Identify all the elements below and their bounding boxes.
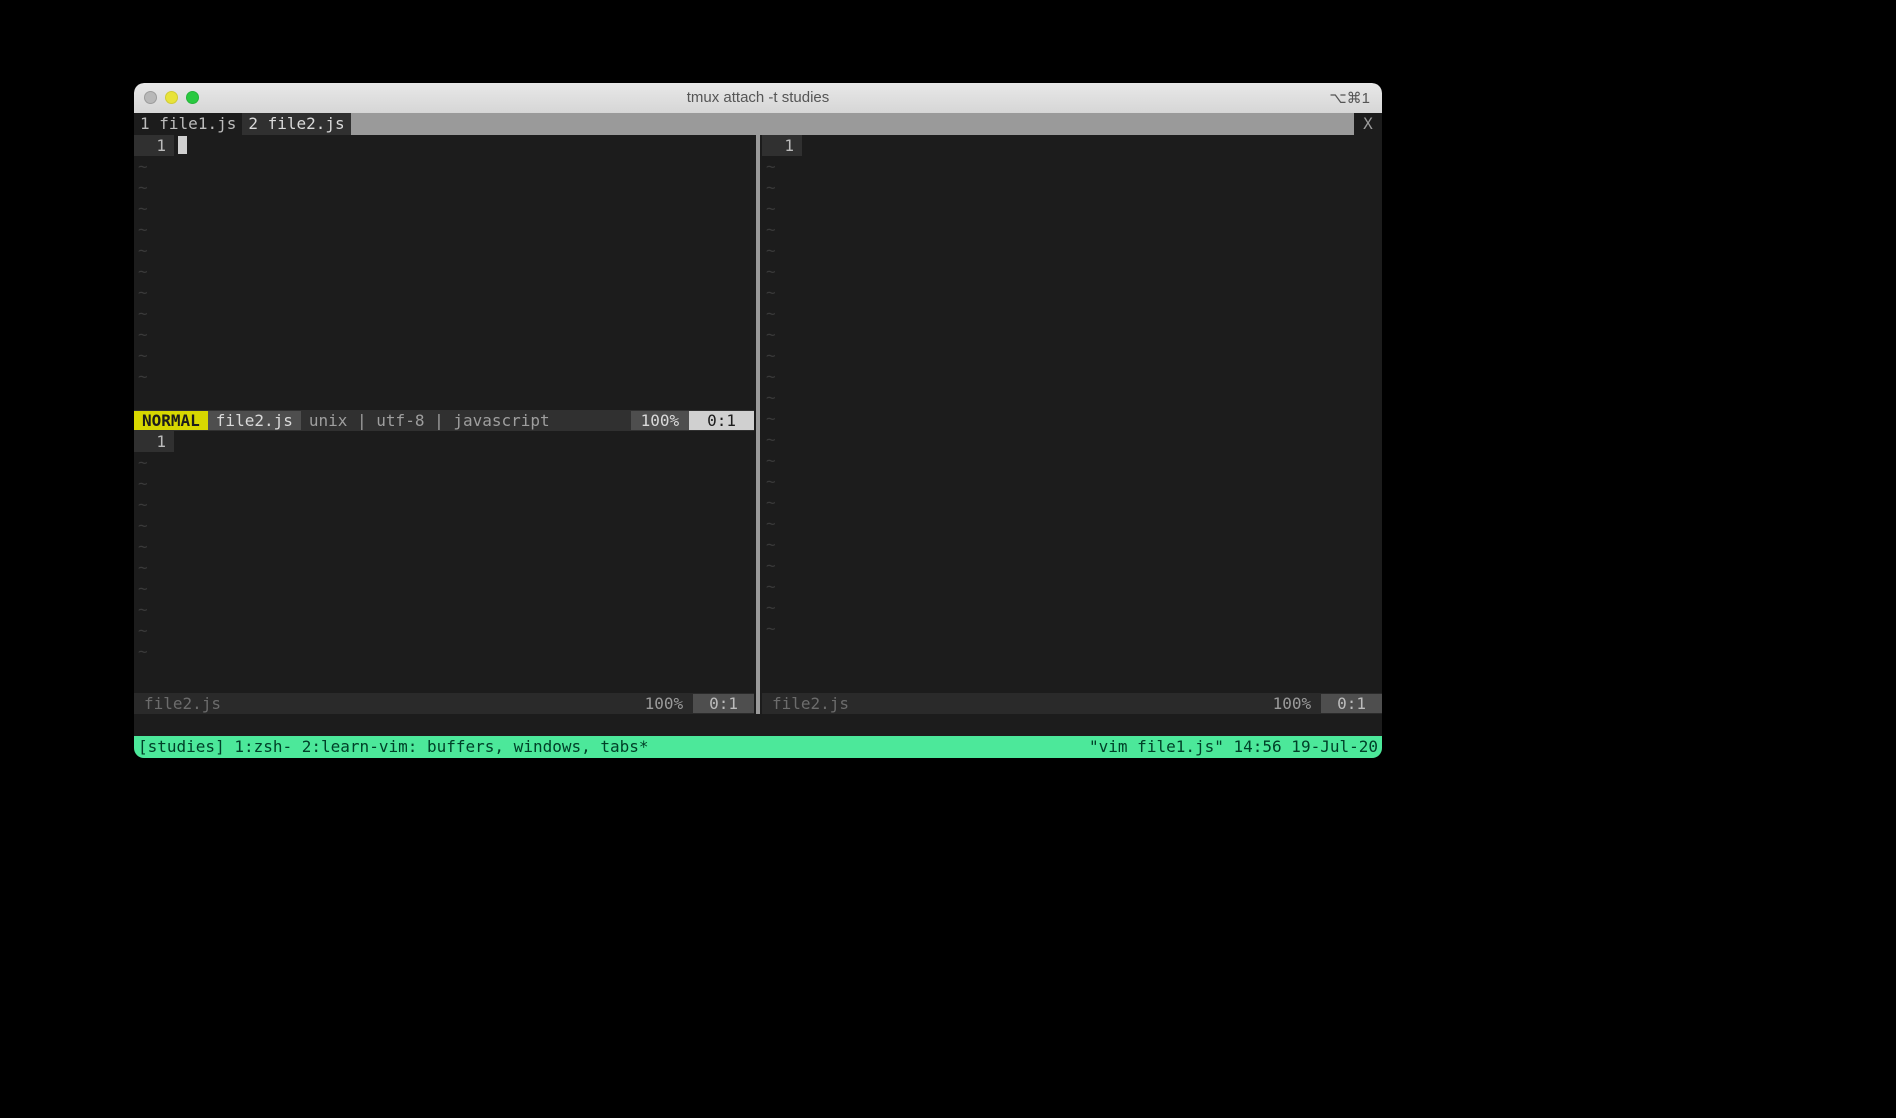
empty-line-tilde: ~ <box>134 219 174 240</box>
empty-line-tilde: ~ <box>762 156 802 177</box>
empty-line-tilde: ~ <box>134 366 174 387</box>
statusline-inactive: file2.js 100% 0:1 <box>134 693 754 714</box>
empty-line-tilde: ~ <box>762 366 802 387</box>
empty-line-tilde: ~ <box>134 156 174 177</box>
status-fileinfo: unix | utf-8 | javascript <box>301 411 558 430</box>
empty-line-tilde: ~ <box>762 597 802 618</box>
left-column: 1 ~~~~~~~~~~~ NORMAL file2.js unix | utf… <box>134 135 754 714</box>
pane-bottom-left[interactable]: 1 ~~~~~~~~~~ file2.js 100% 0:1 <box>134 431 754 713</box>
empty-line-tilde: ~ <box>134 473 174 494</box>
tmux-status-bar: [studies] 1:zsh- 2:learn-vim: buffers, w… <box>134 736 1382 758</box>
empty-line-tilde: ~ <box>134 515 174 536</box>
tab-index: 1 <box>140 114 150 133</box>
empty-line-tilde: ~ <box>762 282 802 303</box>
status-percent: 100% <box>631 411 690 430</box>
empty-line-tilde: ~ <box>762 240 802 261</box>
empty-line-tilde: ~ <box>134 578 174 599</box>
empty-line-tilde: ~ <box>134 345 174 366</box>
empty-line-tilde: ~ <box>762 492 802 513</box>
line-content[interactable] <box>174 431 754 452</box>
empty-line-tilde: ~ <box>134 494 174 515</box>
tmux-status-right: "vim file1.js" 14:56 19-Jul-20 <box>1089 737 1378 756</box>
status-percent: 100% <box>1263 694 1322 713</box>
right-column: 1 ~~~~~~~~~~~~~~~~~~~~~~~ file2.js 100% … <box>762 135 1382 714</box>
vertical-split-divider[interactable] <box>754 135 762 714</box>
empty-line-tilde: ~ <box>762 261 802 282</box>
line-number: 1 <box>134 431 174 452</box>
empty-line-tilde: ~ <box>762 324 802 345</box>
status-position: 0:1 <box>1321 694 1382 713</box>
pane-content[interactable]: 1 ~~~~~~~~~~ <box>134 431 754 692</box>
empty-line-tilde: ~ <box>134 303 174 324</box>
status-filename: file2.js <box>134 694 231 713</box>
empty-line-tilde: ~ <box>762 471 802 492</box>
pane-content[interactable]: 1 ~~~~~~~~~~~ <box>134 135 754 411</box>
line-number: 1 <box>762 135 802 156</box>
empty-line-tilde: ~ <box>762 408 802 429</box>
terminal-window: tmux attach -t studies ⌥⌘1 1 file1.js 2 … <box>134 83 1382 758</box>
tab-file1[interactable]: 1 file1.js <box>134 113 242 135</box>
pane-content[interactable]: 1 ~~~~~~~~~~~~~~~~~~~~~~~ <box>762 135 1382 693</box>
empty-line-tilde: ~ <box>134 557 174 578</box>
empty-line-tilde: ~ <box>762 303 802 324</box>
status-position: 0:1 <box>693 694 754 713</box>
cursor-icon <box>178 136 187 154</box>
window-shortcut: ⌥⌘1 <box>1329 89 1370 107</box>
empty-line-tilde: ~ <box>762 555 802 576</box>
statusline-active: NORMAL file2.js unix | utf-8 | javascrip… <box>134 410 754 431</box>
empty-line-tilde: ~ <box>762 576 802 597</box>
line-number: 1 <box>134 135 174 156</box>
vim-tabline: 1 file1.js 2 file2.js X <box>134 113 1382 135</box>
empty-line-tilde: ~ <box>762 387 802 408</box>
empty-line-tilde: ~ <box>762 198 802 219</box>
tab-index: 2 <box>248 114 258 133</box>
empty-line-tilde: ~ <box>762 177 802 198</box>
status-position: 0:1 <box>689 411 754 430</box>
empty-line-tilde: ~ <box>762 618 802 639</box>
vim-command-line[interactable] <box>134 714 1382 736</box>
pane-top-left[interactable]: 1 ~~~~~~~~~~~ NORMAL file2.js unix | utf… <box>134 135 754 432</box>
empty-line-tilde: ~ <box>134 599 174 620</box>
empty-line-tilde: ~ <box>134 641 174 662</box>
window-titlebar: tmux attach -t studies ⌥⌘1 <box>134 83 1382 113</box>
empty-line-tilde: ~ <box>762 429 802 450</box>
empty-line-tilde: ~ <box>134 282 174 303</box>
empty-line-tilde: ~ <box>134 261 174 282</box>
empty-line-tilde: ~ <box>762 534 802 555</box>
empty-line-tilde: ~ <box>134 324 174 345</box>
line-content[interactable] <box>174 135 754 156</box>
empty-line-tilde: ~ <box>134 620 174 641</box>
mode-indicator: NORMAL <box>134 411 208 430</box>
empty-line-tilde: ~ <box>762 345 802 366</box>
window-title: tmux attach -t studies <box>134 89 1382 106</box>
empty-line-tilde: ~ <box>134 198 174 219</box>
empty-line-tilde: ~ <box>134 240 174 261</box>
statusline-inactive: file2.js 100% 0:1 <box>762 693 1382 714</box>
line-content[interactable] <box>802 135 1382 156</box>
empty-line-tilde: ~ <box>134 452 174 473</box>
tab-label: file2.js <box>268 114 345 133</box>
tab-file2[interactable]: 2 file2.js <box>242 113 350 135</box>
status-filename: file2.js <box>208 411 301 430</box>
empty-line-tilde: ~ <box>762 219 802 240</box>
tab-label: file1.js <box>159 114 236 133</box>
editor-area: 1 ~~~~~~~~~~~ NORMAL file2.js unix | utf… <box>134 135 1382 714</box>
empty-line-tilde: ~ <box>134 177 174 198</box>
pane-right[interactable]: 1 ~~~~~~~~~~~~~~~~~~~~~~~ file2.js 100% … <box>762 135 1382 714</box>
empty-line-tilde: ~ <box>762 450 802 471</box>
status-percent: 100% <box>635 694 694 713</box>
tabline-spacer <box>351 113 1354 135</box>
tabline-close-button[interactable]: X <box>1354 113 1382 135</box>
status-filename: file2.js <box>762 694 859 713</box>
empty-line-tilde: ~ <box>762 513 802 534</box>
empty-line-tilde: ~ <box>134 536 174 557</box>
tmux-status-left: [studies] 1:zsh- 2:learn-vim: buffers, w… <box>138 737 649 756</box>
